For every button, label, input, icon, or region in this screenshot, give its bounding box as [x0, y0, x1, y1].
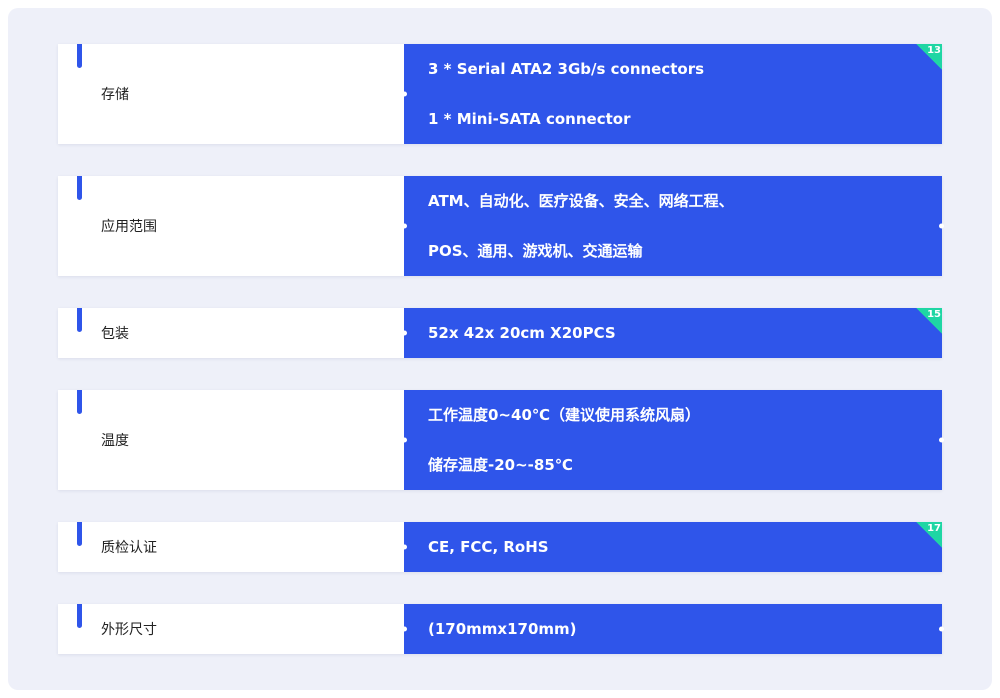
- dot-marker: [402, 330, 407, 336]
- spec-value-line: (170mmx170mm): [428, 620, 577, 638]
- accent-bar: [77, 176, 82, 200]
- dot-marker: [402, 223, 407, 229]
- spec-label: 应用范围: [101, 219, 157, 235]
- accent-bar: [77, 44, 82, 68]
- spec-label: 温度: [101, 433, 129, 449]
- accent-bar: [77, 390, 82, 414]
- spec-row-temperature: 温度 工作温度0~40℃（建议使用系统风扇） 储存温度-20~-85℃: [58, 390, 944, 490]
- spec-value-cell: 52x 42x 20cm X20PCS 15: [402, 308, 942, 358]
- spec-value-cell: ATM、自动化、医疗设备、安全、网络工程、 POS、通用、游戏机、交通运输: [402, 176, 944, 276]
- corner-badge-number: 13: [927, 45, 941, 56]
- spec-row-certification: 质检认证 CE, FCC, RoHS 17: [58, 522, 942, 572]
- spec-value-cell: CE, FCC, RoHS 17: [402, 522, 942, 572]
- spec-value-line: 52x 42x 20cm X20PCS: [428, 324, 616, 342]
- accent-bar: [77, 308, 82, 332]
- spec-row-dimensions: 外形尺寸 (170mmx170mm): [58, 604, 944, 654]
- corner-badge-number: 17: [927, 523, 941, 534]
- spec-label: 存储: [101, 87, 129, 103]
- spec-value-cell: (170mmx170mm): [402, 604, 944, 654]
- spec-value-line: POS、通用、游戏机、交通运输: [428, 242, 643, 260]
- spec-row-packaging: 包装 52x 42x 20cm X20PCS 15: [58, 308, 942, 358]
- dot-marker: [402, 91, 407, 97]
- spec-label-cell: 温度: [58, 390, 404, 490]
- spec-value-cell: 3 * Serial ATA2 3Gb/s connectors 1 * Min…: [402, 44, 942, 144]
- spec-label: 包装: [101, 326, 129, 342]
- dot-marker: [939, 437, 944, 443]
- spec-value-line: 3 * Serial ATA2 3Gb/s connectors: [428, 60, 705, 78]
- spec-value-line: 储存温度-20~-85℃: [428, 456, 573, 474]
- spec-label-cell: 包装: [58, 308, 404, 358]
- spec-label-cell: 存储: [58, 44, 404, 144]
- spec-label: 外形尺寸: [101, 622, 157, 638]
- corner-badge-number: 15: [927, 309, 941, 320]
- dot-marker: [939, 223, 944, 229]
- dot-marker: [402, 544, 407, 550]
- spec-label: 质检认证: [101, 540, 157, 556]
- accent-bar: [77, 522, 82, 546]
- spec-value-line: 工作温度0~40℃（建议使用系统风扇）: [428, 406, 701, 424]
- spec-value-line: ATM、自动化、医疗设备、安全、网络工程、: [428, 192, 734, 210]
- spec-value-line: CE, FCC, RoHS: [428, 538, 549, 556]
- spec-row-applications: 应用范围 ATM、自动化、医疗设备、安全、网络工程、 POS、通用、游戏机、交通…: [58, 176, 944, 276]
- accent-bar: [77, 604, 82, 628]
- spec-row-storage: 存储 3 * Serial ATA2 3Gb/s connectors 1 * …: [58, 44, 942, 144]
- spec-label-cell: 质检认证: [58, 522, 404, 572]
- dot-marker: [402, 437, 407, 443]
- spec-label-cell: 外形尺寸: [58, 604, 404, 654]
- dot-marker: [939, 626, 944, 632]
- spec-value-line: 1 * Mini-SATA connector: [428, 110, 631, 128]
- dot-marker: [402, 626, 407, 632]
- spec-label-cell: 应用范围: [58, 176, 404, 276]
- spec-value-cell: 工作温度0~40℃（建议使用系统风扇） 储存温度-20~-85℃: [402, 390, 944, 490]
